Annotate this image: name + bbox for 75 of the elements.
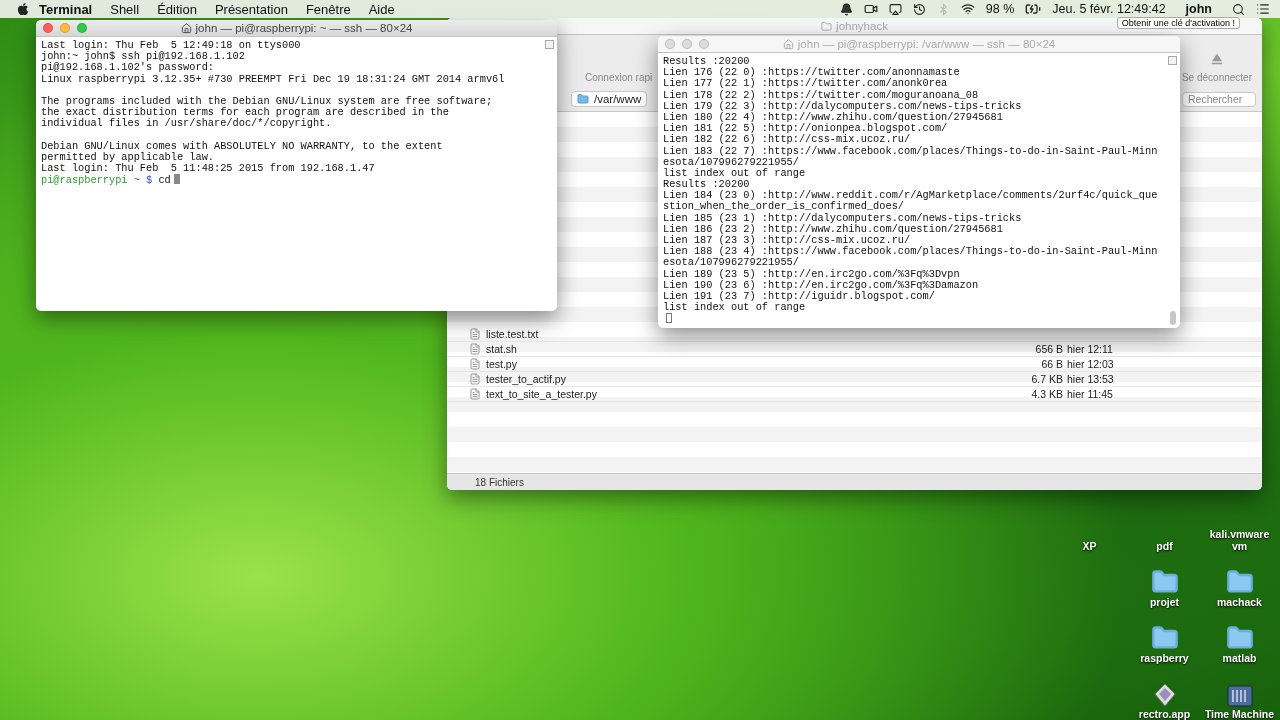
text-cursor (666, 313, 672, 324)
home-icon (782, 38, 794, 50)
user-menu[interactable]: john (1176, 2, 1221, 16)
desktop-icon-label[interactable]: matlab (1222, 652, 1257, 664)
file-size: 4.3 KB (1031, 388, 1063, 400)
text-cursor (173, 174, 180, 185)
file-size: 66 B (1041, 358, 1063, 370)
notification-banner[interactable]: Obtenir une clé d'activation ! (1116, 17, 1240, 29)
folder-icon[interactable] (1150, 568, 1179, 596)
desktop-icon-label[interactable]: kali.vmware vm (1204, 528, 1275, 552)
window-title: john — pi@raspberrypi: /var/www — ssh — 80×24 (797, 38, 1056, 50)
desktop-icon-label[interactable]: raspberry (1140, 652, 1189, 664)
bell-icon[interactable] (839, 2, 853, 16)
file-row[interactable]: tester_to_actif.py 6.7 KB hier 13:53 (447, 372, 1262, 387)
desktop-icon-label[interactable]: projet (1149, 596, 1180, 608)
file-size: 656 B (1035, 343, 1063, 355)
menu-item[interactable]: Édition (148, 1, 206, 17)
desktop-icon-label[interactable]: machack (1217, 596, 1262, 608)
hard-drive-icon[interactable] (1226, 684, 1253, 708)
menu-item[interactable]: Fenêtre (296, 1, 360, 17)
file-name: test.py (486, 358, 517, 370)
desktop-icon-label[interactable]: Time Machine (1204, 708, 1275, 720)
file-date: hier 12:11 (1067, 343, 1113, 355)
file-icon (469, 343, 481, 355)
list-icon[interactable] (1256, 2, 1270, 16)
folder-icon[interactable] (1150, 624, 1179, 652)
airplay-icon[interactable] (888, 2, 902, 16)
scrollbar-thumb[interactable] (1170, 311, 1176, 325)
window-title: john — pi@raspberrypi: ~ — ssh — 80×24 (195, 22, 413, 34)
window-title: johnyhack (836, 20, 888, 32)
folder-icon (821, 20, 833, 32)
file-icon (469, 388, 481, 400)
menu-item[interactable]: Shell (101, 1, 149, 17)
file-name: tester_to_actif.py (486, 373, 566, 385)
terminal-output: Last login: Thu Feb 5 12:49:18 on ttys000 john:~ john$ ssh pi@192.168.1.102 pi@192.168.1.102's password: Linux raspberrypi 3.12.35+ #730 PREEMPT Fri Dec 19 18:31:24 GMT 2014 armv6l The programs included with the Debian GNU/Linux system are free software; the exact distribution terms for each program are described in the individual files in /usr/share/doc/*/copyright. Debian GNU/Linux comes with ABSOLUTELY NO WARRANTY, to the extent permitted by applicable law. Last login: Thu Feb 5 11:48:25 2015 from 192.168.1.47 pi@raspberrypi ~ $ cd (41, 40, 506, 189)
search-icon[interactable] (1232, 2, 1245, 16)
menu-item[interactable]: Aide (359, 1, 404, 17)
path-button[interactable]: /var/www (571, 91, 648, 107)
file-count: 18 Fichiers (475, 476, 524, 488)
scroll-marker-button[interactable] (545, 40, 554, 49)
zoom-button[interactable] (77, 23, 87, 33)
folder-icon[interactable] (1225, 624, 1254, 652)
apple-logo-icon[interactable] (16, 2, 30, 16)
video-camera-icon[interactable] (863, 2, 878, 16)
menu-item[interactable]: Présentation (205, 1, 297, 17)
file-row[interactable]: text_to_site_a_tester.py 4.3 KB hier 11:45 (447, 387, 1262, 402)
file-row[interactable]: test.py 66 B hier 12:03 (447, 357, 1262, 372)
scroll-marker-button[interactable] (1168, 56, 1177, 65)
folder-icon[interactable] (1225, 568, 1254, 596)
file-size: 6.7 KB (1031, 373, 1063, 385)
close-button[interactable] (43, 23, 53, 33)
menu-clock[interactable]: Jeu. 5 févr. 12:49:42 (1052, 2, 1166, 16)
file-name: text_to_site_a_tester.py (486, 388, 597, 400)
file-name: stat.sh (486, 343, 517, 355)
file-name: liste.test.txt (486, 328, 539, 340)
file-icon (469, 328, 481, 340)
terminal-output: Results :20200 Lien 176 (22 0) :https://twitter.com/anonnamaste Lien 177 (22 1) :https://twitter.com/anonk0rea Lien 178 (22 2) :https://twitter.com/moguranoana_08 Lien 179 (22 3) :http://dalycomputers.com/news-tips-tricks Lien 180 (22 4) :http://www.zhihu.com/question/27945681 Lien 181 (22 5) :http://onionpea.blogspot.com/ Lien 182 (22 6) :http://css-mix.ucoz.ru/ Lien 183 (22 7) :https://www.facebook.com/places/Things-to-do-in-Saint-Paul-Minn esota/107996279221955/ list index out of range Results :20200 Lien 184 (23 0) :http://www.reddit.com/r/AgMarketplace/comments/2urf4c/quick_que stion_when_the_order_is_confirmed_does/ Lien 185 (23 1) :http://dalycomputers.com/news-tips-tricks Lien 186 (23 2) :http://www.zhihu.com/question/27945681 Lien 187 (23 3) :http://css-mix.ucoz.ru/ Lien 188 (23 4) :https://www.facebook.com/places/Things-to-do-in-Saint-Paul-Minn esota/107996279221955/ Lien 189 (23 5) :http://en.irc2go.com/%3Fq%3Dvpn Lien 190 (23 6) :http://en.irc2go.com/%3Fq%3Damazon Lien 191 (23 7) :http://iguidr.blogspot.com/ list index out of range (663, 56, 1164, 328)
file-icon (469, 373, 481, 385)
file-date: hier 11:45 (1067, 388, 1113, 400)
desktop-icon-label[interactable]: XP (1082, 540, 1097, 552)
menu-item[interactable]: Terminal (30, 1, 102, 17)
clock-history-icon[interactable] (912, 2, 926, 16)
app-icon[interactable] (1152, 682, 1177, 708)
folder-icon (577, 93, 589, 105)
file-date: hier 12:03 (1067, 358, 1114, 370)
file-date: hier 13:53 (1067, 373, 1114, 385)
battery-percentage: 98 % (985, 2, 1015, 16)
search-field[interactable]: Rechercher (1182, 91, 1256, 107)
battery-icon[interactable] (1025, 1, 1042, 17)
desktop-icon-label[interactable]: rectro.app (1138, 708, 1191, 720)
home-icon (180, 22, 192, 34)
file-row[interactable]: stat.sh 656 B hier 12:11 (447, 342, 1262, 357)
desktop-icon-label[interactable]: pdf (1156, 540, 1173, 552)
file-icon (469, 358, 481, 370)
wifi-icon[interactable] (960, 2, 975, 16)
